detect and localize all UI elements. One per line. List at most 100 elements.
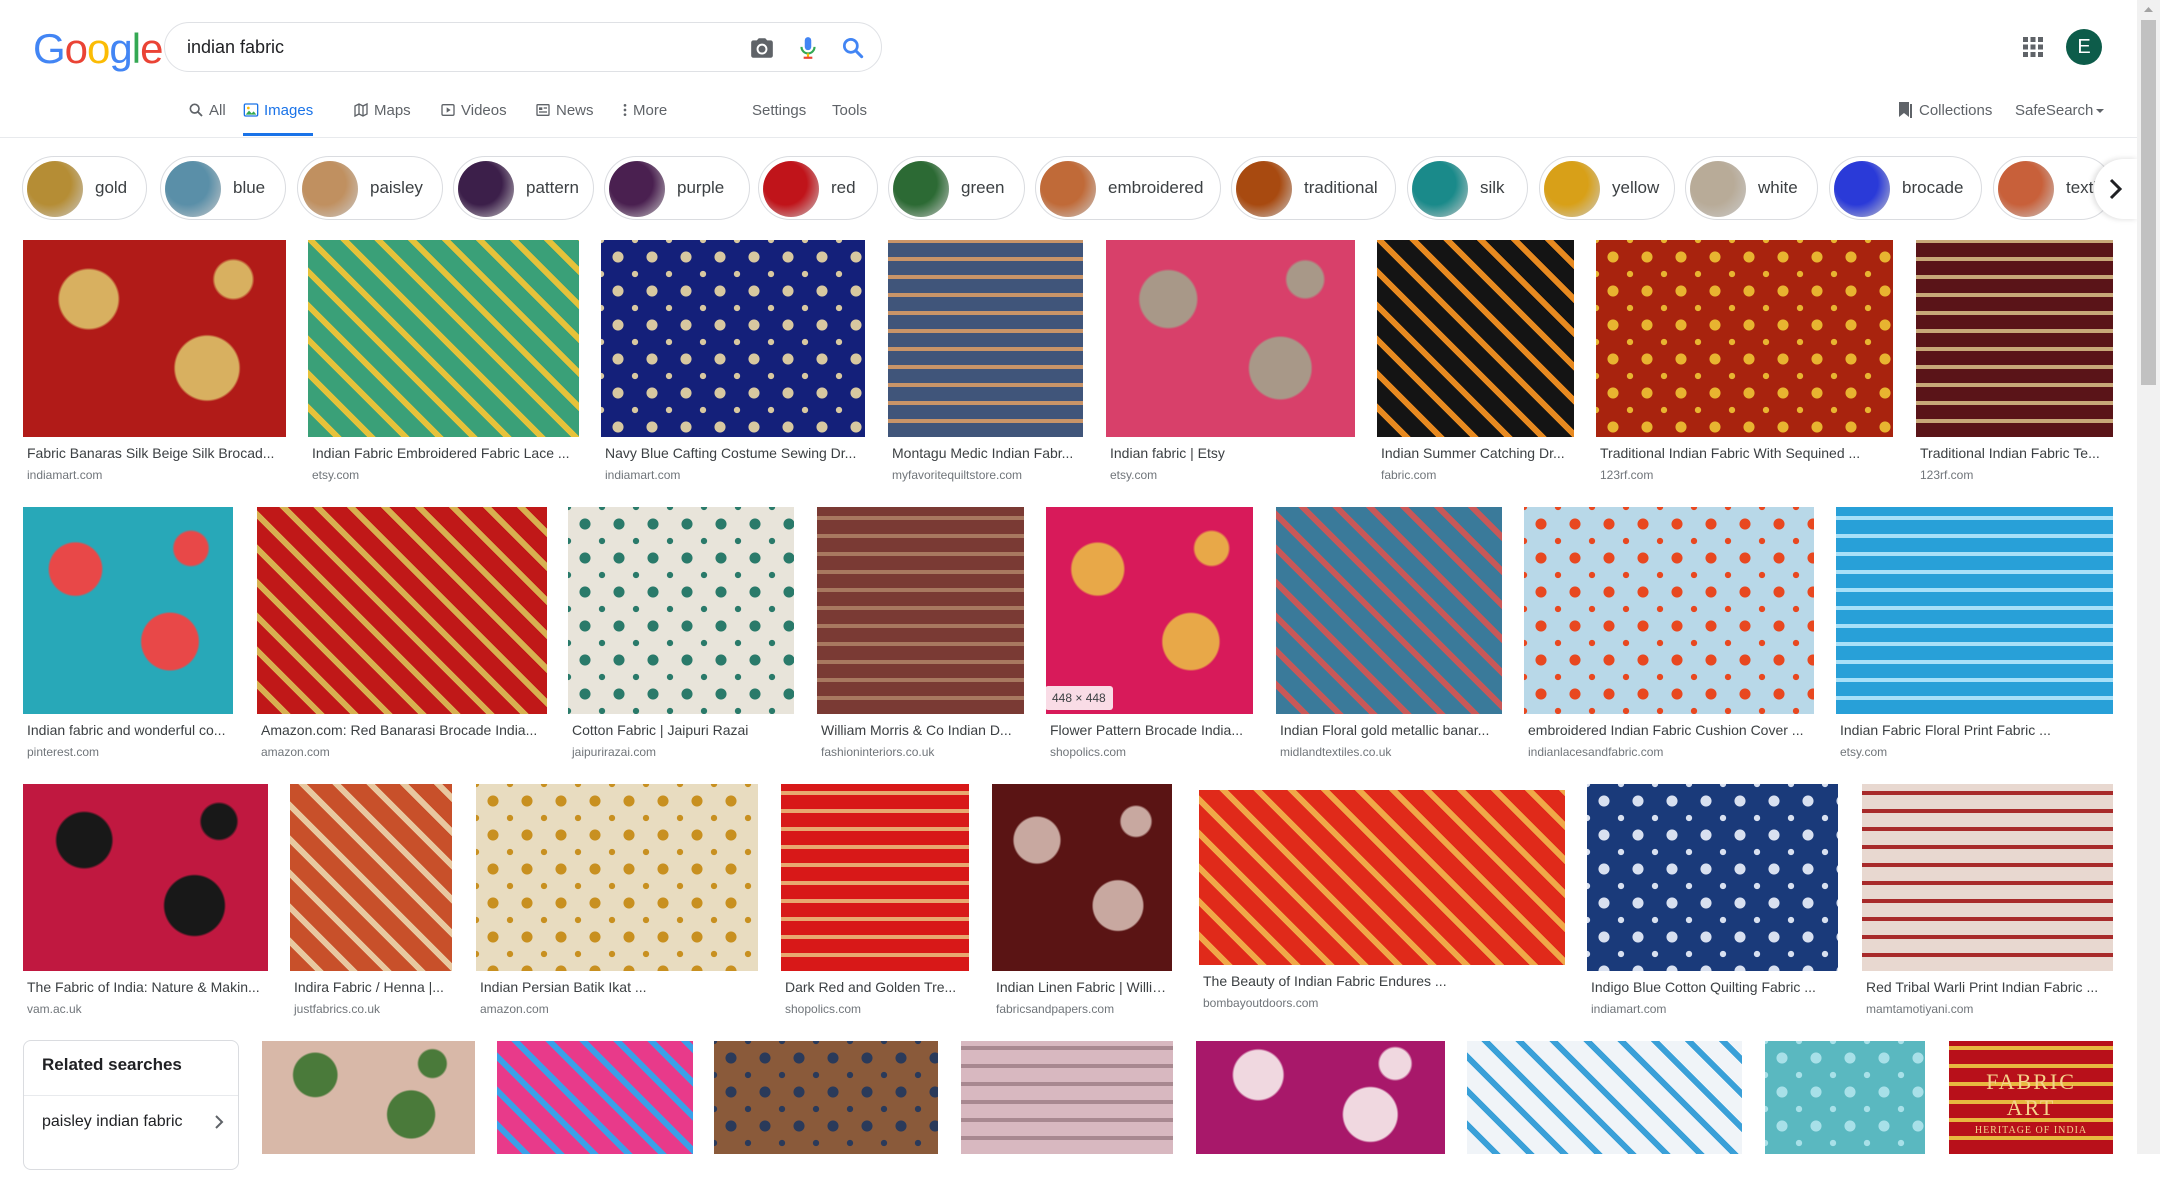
google-logo[interactable]: Google [33,28,163,70]
apps-grid-icon[interactable] [2022,36,2044,58]
chip-yellow[interactable]: yellow [1539,156,1675,220]
result-title[interactable]: The Fabric of India: Nature & Makin... [27,979,260,995]
chip-pattern[interactable]: pattern [453,156,594,220]
settings-link[interactable]: Settings [752,96,806,126]
image-result[interactable]: FABRIC ART HERITAGE OF INDIA [1949,1041,2113,1202]
result-thumbnail[interactable] [1916,240,2113,437]
chip-green[interactable]: green [888,156,1025,220]
image-result[interactable]: Montagu Medic Indian Fabr... myfavoritequ… [888,240,1083,485]
result-title[interactable]: William Morris & Co Indian D... [821,722,1012,738]
image-result[interactable] [961,1041,1173,1202]
result-title[interactable]: Indian Summer Catching Dr... [1381,445,1565,461]
image-result[interactable]: embroidered Indian Fabric Cushion Cover … [1524,507,1814,762]
image-result[interactable]: William Morris & Co Indian D... fashionin… [817,507,1024,762]
result-thumbnail[interactable] [1196,1041,1445,1154]
result-thumbnail[interactable] [308,240,579,437]
tools-link[interactable]: Tools [832,96,867,126]
result-title[interactable]: Indian Fabric Floral Print Fabric ... [1840,722,2051,738]
result-title[interactable]: Indian Fabric Embroidered Fabric Lace ..… [312,445,570,461]
chip-silk[interactable]: silk [1407,156,1528,220]
account-avatar[interactable]: E [2066,29,2102,65]
result-thumbnail[interactable] [888,240,1083,437]
result-thumbnail[interactable] [961,1041,1173,1154]
chip-purple[interactable]: purple [604,156,750,220]
result-thumbnail[interactable] [1199,790,1565,965]
result-title[interactable]: Indian Persian Batik Ikat ... [480,979,647,995]
image-result[interactable] [714,1041,938,1202]
search-icon[interactable] [840,35,866,61]
result-title[interactable]: Montagu Medic Indian Fabr... [892,445,1073,461]
result-title[interactable]: Indian fabric and wonderful co... [27,722,225,738]
result-thumbnail[interactable] [1106,240,1355,437]
result-thumbnail[interactable] [23,784,268,971]
collections-link[interactable]: Collections [1897,96,1992,126]
image-result[interactable]: Indian Linen Fabric | Willia... fabricsan… [992,784,1172,1019]
search-input[interactable] [187,23,687,71]
result-thumbnail[interactable] [1596,240,1893,437]
image-result[interactable]: Indian Persian Batik Ikat ... amazon.com [476,784,758,1019]
chip-red[interactable]: red [758,156,878,220]
microphone-icon[interactable] [795,35,821,61]
scroll-up-icon[interactable] [2137,0,2160,18]
result-title[interactable]: The Beauty of Indian Fabric Endures ... [1203,973,1447,989]
chip-paisley[interactable]: paisley [297,156,443,220]
chip-white[interactable]: white [1685,156,1818,220]
image-result[interactable]: Indian fabric and wonderful co... pintere… [23,507,233,762]
result-thumbnail[interactable] [23,507,233,714]
result-title[interactable]: Navy Blue Cafting Costume Sewing Dr... [605,445,856,461]
result-title[interactable]: Indigo Blue Cotton Quilting Fabric ... [1591,979,1816,995]
result-thumbnail[interactable] [290,784,452,971]
result-title[interactable]: embroidered Indian Fabric Cushion Cover … [1528,722,1803,738]
image-result[interactable]: Red Tribal Warli Print Indian Fabric ...… [1862,784,2113,1019]
result-thumbnail[interactable] [1836,507,2113,714]
tab-all[interactable]: All [188,96,226,136]
result-title[interactable]: Traditional Indian Fabric With Sequined … [1600,445,1860,461]
image-result[interactable]: The Fabric of India: Nature & Makin... va… [23,784,268,1019]
image-result[interactable] [497,1041,693,1202]
image-result[interactable]: Indian Summer Catching Dr... fabric.com [1377,240,1574,485]
chip-blue[interactable]: blue [160,156,286,220]
image-result[interactable]: Indian Fabric Embroidered Fabric Lace ..… [308,240,579,485]
result-thumbnail[interactable] [1524,507,1814,714]
image-result[interactable]: Indian Floral gold metallic banar... midl… [1276,507,1502,762]
result-thumbnail[interactable] [1862,784,2113,971]
image-result[interactable]: Amazon.com: Red Banarasi Brocade India..… [257,507,547,762]
scrollbar-thumb[interactable] [2141,20,2156,385]
result-thumbnail[interactable] [714,1041,938,1154]
chip-brocade[interactable]: brocade [1829,156,1982,220]
result-title[interactable]: Cotton Fabric | Jaipuri Razai [572,722,748,738]
image-result[interactable] [1467,1041,1742,1202]
result-thumbnail[interactable] [497,1041,693,1154]
result-title[interactable]: Indian Floral gold metallic banar... [1280,722,1489,738]
result-title[interactable]: Indira Fabric / Henna |... [294,979,444,995]
result-thumbnail[interactable] [23,240,286,437]
safesearch-dropdown[interactable]: SafeSearch [2015,96,2105,126]
image-result[interactable]: Traditional Indian Fabric Te... 123rf.com [1916,240,2113,485]
result-title[interactable]: Red Tribal Warli Print Indian Fabric ... [1866,979,2098,995]
tab-maps[interactable]: Maps [353,96,411,136]
result-thumbnail[interactable] [992,784,1172,971]
result-title[interactable]: Fabric Banaras Silk Beige Silk Brocad... [27,445,274,461]
tab-videos[interactable]: Videos [440,96,507,136]
image-result[interactable]: Traditional Indian Fabric With Sequined … [1596,240,1893,485]
image-result[interactable]: Flower Pattern Brocade India... shopolics… [1046,507,1253,762]
image-result[interactable] [1765,1041,1925,1202]
result-thumbnail[interactable] [601,240,865,437]
result-thumbnail[interactable] [1276,507,1502,714]
image-result[interactable] [262,1041,475,1202]
image-result[interactable] [1196,1041,1445,1202]
result-thumbnail[interactable] [1765,1041,1925,1154]
image-result[interactable]: Dark Red and Golden Tre... shopolics.com [781,784,969,1019]
result-thumbnail[interactable] [1467,1041,1742,1154]
result-thumbnail[interactable] [1587,784,1838,971]
tab-news[interactable]: News [535,96,594,136]
image-result[interactable]: Indian fabric | Etsy etsy.com [1106,240,1355,485]
result-thumbnail[interactable] [262,1041,475,1154]
result-thumbnail[interactable] [817,507,1024,714]
result-title[interactable]: Flower Pattern Brocade India... [1050,722,1243,738]
result-title[interactable]: Amazon.com: Red Banarasi Brocade India..… [261,722,537,738]
image-result[interactable]: The Beauty of Indian Fabric Endures ... b… [1199,790,1565,1013]
chip-traditional[interactable]: traditional [1231,156,1396,220]
related-search-item[interactable]: paisley indian fabric [24,1097,238,1147]
image-result[interactable]: Indian Fabric Floral Print Fabric ... ets… [1836,507,2113,762]
